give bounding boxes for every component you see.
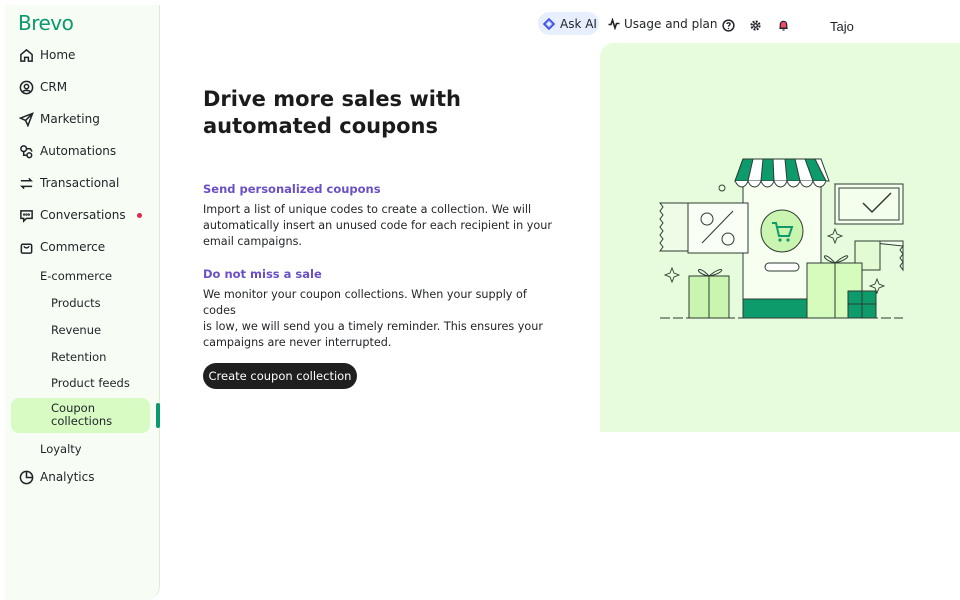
sidebar-item-label: Analytics xyxy=(40,470,95,484)
create-coupon-collection-button[interactable]: Create coupon collection xyxy=(203,363,357,389)
sidebar-item-commerce[interactable]: Commerce xyxy=(18,235,105,259)
contact-icon xyxy=(18,79,34,95)
sparkle-icon xyxy=(543,17,555,30)
sidebar-item-label: Automations xyxy=(40,144,117,158)
bell-icon[interactable] xyxy=(777,17,790,31)
brevo-logo[interactable]: Brevo xyxy=(18,11,74,35)
usage-label: Usage and plan xyxy=(624,16,718,31)
sidebar-item-coupon-collections-label: Coupon collections xyxy=(51,401,113,428)
chat-icon xyxy=(18,207,34,223)
section-body: Import a list of unique codes to create … xyxy=(203,203,552,248)
sidebar-item-conversations[interactable]: Conversations xyxy=(18,203,126,227)
home-icon xyxy=(18,47,34,63)
storefront-illustration xyxy=(659,158,904,319)
notification-dot xyxy=(137,213,142,218)
sidebar-item-retention[interactable]: Retention xyxy=(51,350,106,364)
sidebar-item-label: CRM xyxy=(40,80,68,94)
sidebar-item-label: Commerce xyxy=(40,240,106,254)
sidebar-item-label: Conversations xyxy=(40,208,126,222)
help-icon[interactable] xyxy=(722,17,735,32)
sidebar-item-label: Home xyxy=(40,48,76,62)
activity-icon xyxy=(608,17,620,30)
sidebar-item-product-feeds[interactable]: Product feeds xyxy=(51,376,130,390)
active-indicator xyxy=(156,403,160,428)
pie-chart-icon xyxy=(18,469,34,485)
gear-icon[interactable] xyxy=(749,17,762,31)
section-title: Send personalized coupons xyxy=(203,182,381,196)
usage-and-plan-button[interactable]: Usage and plan xyxy=(608,12,718,35)
sidebar-item-home[interactable]: Home xyxy=(18,43,75,67)
section-body: We monitor your coupon collections. When… xyxy=(203,288,543,349)
automation-icon xyxy=(18,143,34,159)
page-title: Drive more sales with automated coupons xyxy=(203,87,461,138)
sidebar-item-ecommerce[interactable]: E-commerce xyxy=(40,269,112,283)
sidebar-item-transactional[interactable]: Transactional xyxy=(18,171,119,195)
sidebar-item-products[interactable]: Products xyxy=(51,296,101,310)
ask-ai-button[interactable]: Ask AI xyxy=(538,12,599,35)
sidebar-item-analytics[interactable]: Analytics xyxy=(18,465,95,489)
sidebar-item-label: Transactional xyxy=(40,176,120,190)
bag-icon xyxy=(18,239,34,255)
sidebar-item-crm[interactable]: CRM xyxy=(18,75,67,99)
section-title: Do not miss a sale xyxy=(203,267,322,281)
sidebar-item-automations[interactable]: Automations xyxy=(18,139,116,163)
sidebar-item-marketing[interactable]: Marketing xyxy=(18,107,100,131)
transactional-icon xyxy=(18,175,34,191)
sidebar-item-loyalty[interactable]: Loyalty xyxy=(40,442,82,456)
ask-ai-label: Ask AI xyxy=(560,16,597,31)
sidebar-item-label: Marketing xyxy=(40,112,100,126)
sidebar-item-revenue[interactable]: Revenue xyxy=(51,323,101,337)
illustration-panel xyxy=(600,43,960,432)
sidebar: Brevo Home CRM Marketing Automations Tra… xyxy=(5,5,160,600)
user-menu[interactable]: Tajo xyxy=(830,19,854,34)
send-icon xyxy=(18,111,34,127)
